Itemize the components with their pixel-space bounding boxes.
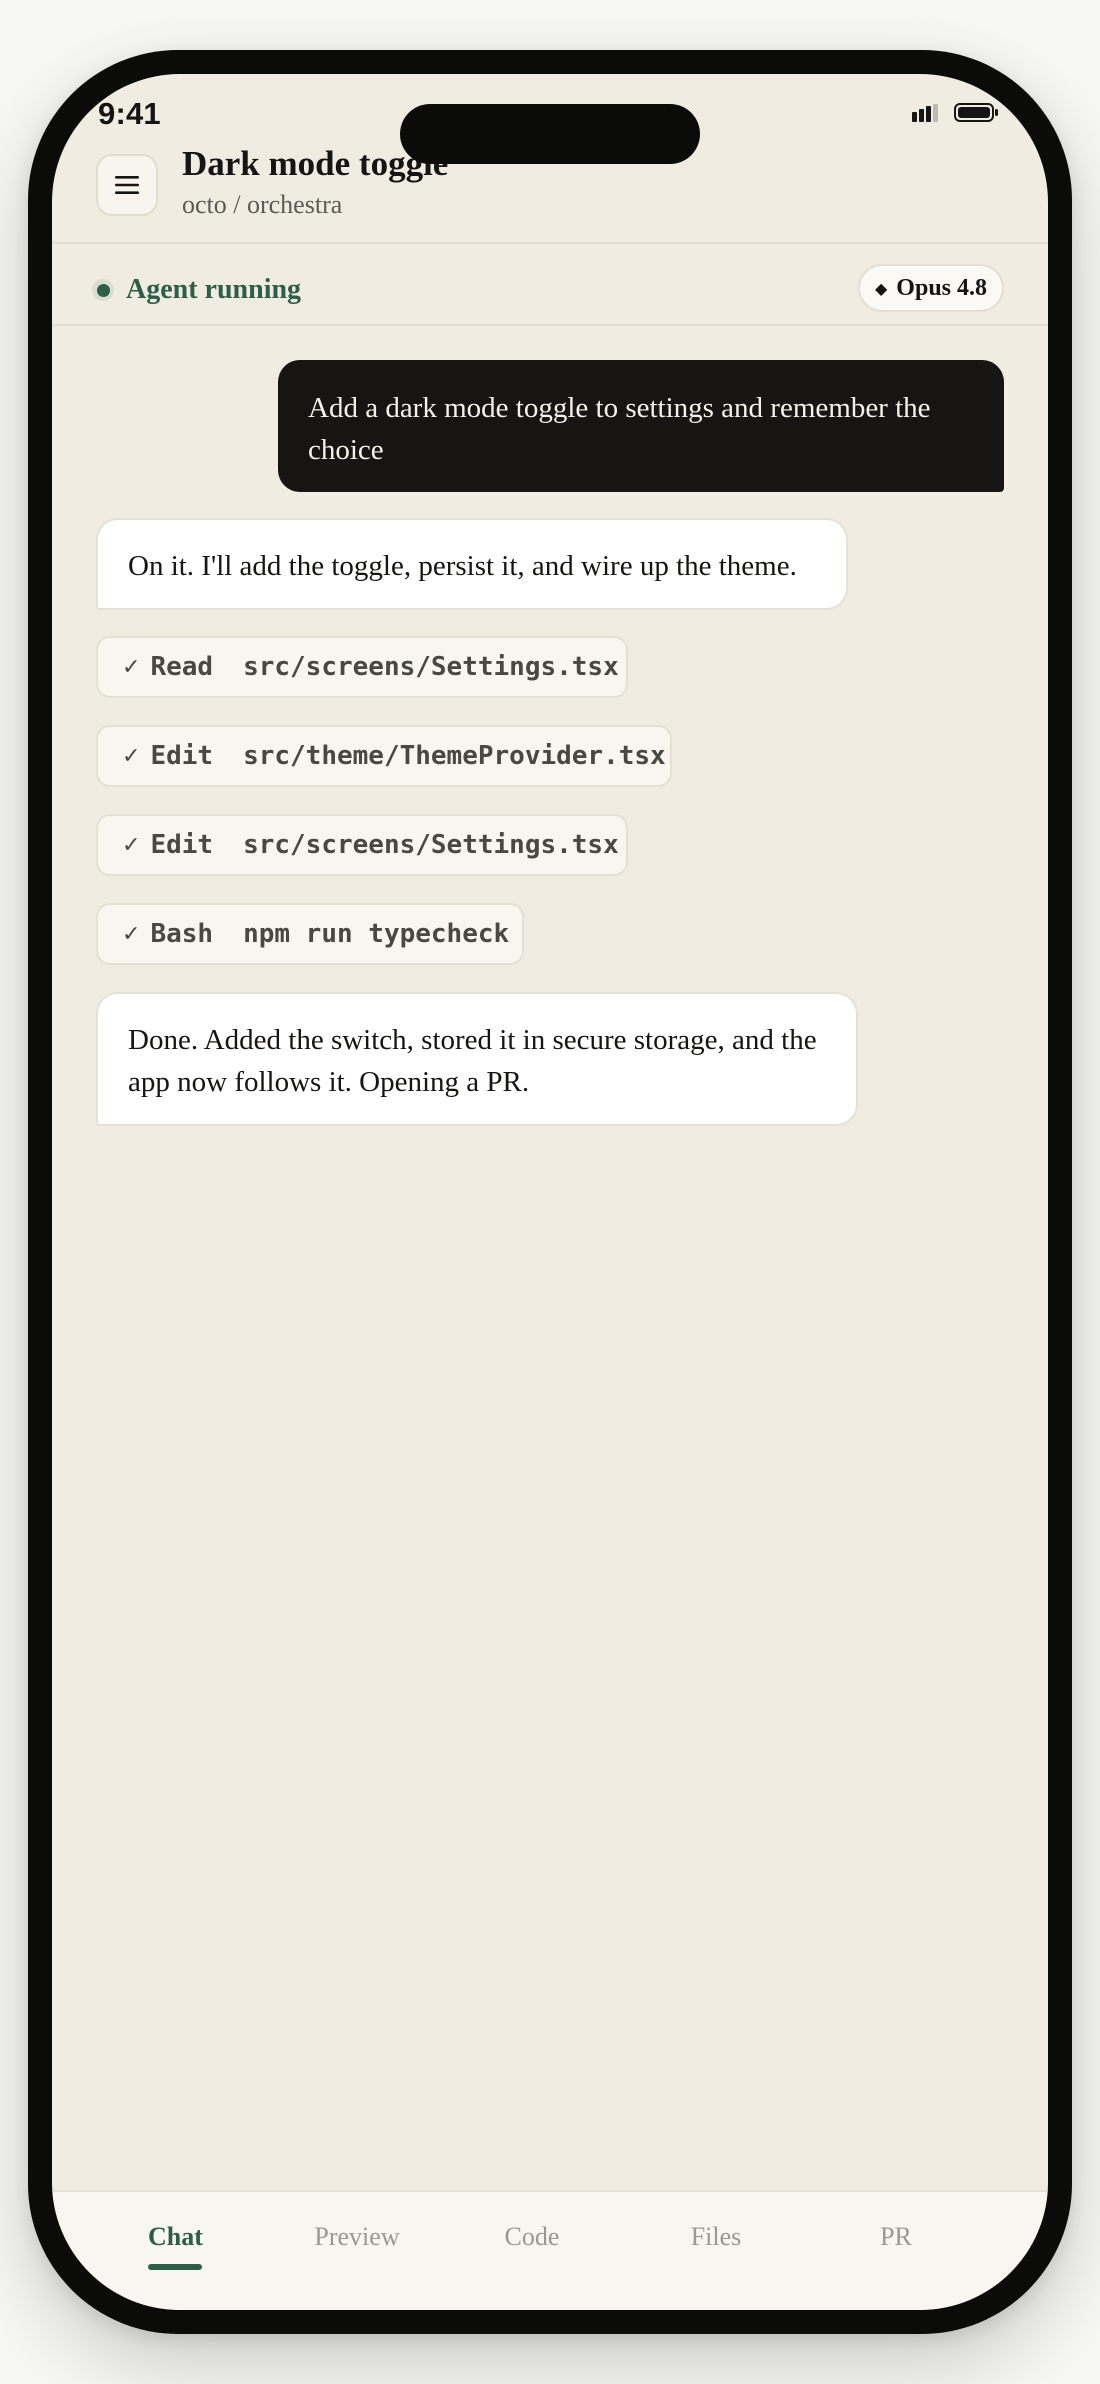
agent-status-label: Agent running bbox=[126, 274, 302, 305]
tool-call-arg: src/screens/Settings.tsx bbox=[243, 652, 619, 682]
tool-call-chip[interactable]: ✓ Edit src/theme/ThemeProvider.tsx bbox=[96, 725, 672, 787]
model-selector-badge[interactable]: ◆ Opus 4.8 bbox=[858, 264, 1004, 312]
user-message-bubble: Add a dark mode toggle to settings and r… bbox=[278, 360, 1004, 492]
tab-pr[interactable]: PR bbox=[866, 2222, 926, 2252]
checkmark-icon: ✓ bbox=[122, 832, 141, 858]
menu-button[interactable] bbox=[96, 154, 158, 216]
status-dot-icon bbox=[92, 279, 114, 301]
assistant-message-bubble: On it. I'll add the toggle, persist it, … bbox=[96, 518, 848, 610]
tab-files[interactable]: Files bbox=[676, 2222, 756, 2252]
phone-frame: 9:41 Dark mode toggle octo / orchestra A… bbox=[28, 50, 1072, 2334]
tab-code[interactable]: Code bbox=[492, 2222, 572, 2252]
agent-status: Agent running bbox=[92, 268, 301, 312]
diamond-icon: ◆ bbox=[874, 278, 888, 298]
repo-path: octo / orchestra bbox=[182, 190, 343, 219]
checkmark-icon: ✓ bbox=[122, 921, 141, 947]
tool-call-chip[interactable]: ✓ Read src/screens/Settings.tsx bbox=[96, 636, 628, 698]
assistant-message-bubble: Done. Added the switch, stored it in sec… bbox=[96, 992, 858, 1126]
tool-call-name: Bash bbox=[150, 919, 214, 949]
tool-call-name: Read bbox=[150, 652, 214, 682]
tool-call-chip[interactable]: ✓ Bash npm run typecheck bbox=[96, 903, 524, 965]
tool-call-arg: src/theme/ThemeProvider.tsx bbox=[243, 741, 666, 771]
checkmark-icon: ✓ bbox=[122, 743, 141, 769]
tool-call-name: Edit bbox=[150, 741, 214, 771]
checkmark-icon: ✓ bbox=[122, 654, 141, 680]
tab-preview[interactable]: Preview bbox=[302, 2222, 412, 2252]
tool-call-name: Edit bbox=[150, 830, 214, 860]
battery-icon bbox=[954, 103, 998, 122]
model-label: Opus 4.8 bbox=[896, 274, 987, 301]
signal-icon bbox=[912, 104, 938, 122]
tool-call-arg: src/screens/Settings.tsx bbox=[243, 830, 619, 860]
status-time: 9:41 bbox=[98, 96, 161, 131]
active-tab-indicator bbox=[148, 2264, 202, 2270]
tab-bar: Chat Preview Code Files PR bbox=[52, 2190, 1048, 2310]
tool-call-arg: npm run typecheck bbox=[243, 919, 510, 949]
dynamic-island bbox=[400, 104, 700, 164]
tab-chat[interactable]: Chat bbox=[148, 2222, 203, 2252]
hamburger-menu-icon bbox=[115, 176, 139, 194]
status-divider bbox=[52, 324, 1048, 326]
tool-call-chip[interactable]: ✓ Edit src/screens/Settings.tsx bbox=[96, 814, 628, 876]
app-screen: 9:41 Dark mode toggle octo / orchestra A… bbox=[52, 74, 1048, 2310]
header-divider bbox=[52, 242, 1048, 244]
